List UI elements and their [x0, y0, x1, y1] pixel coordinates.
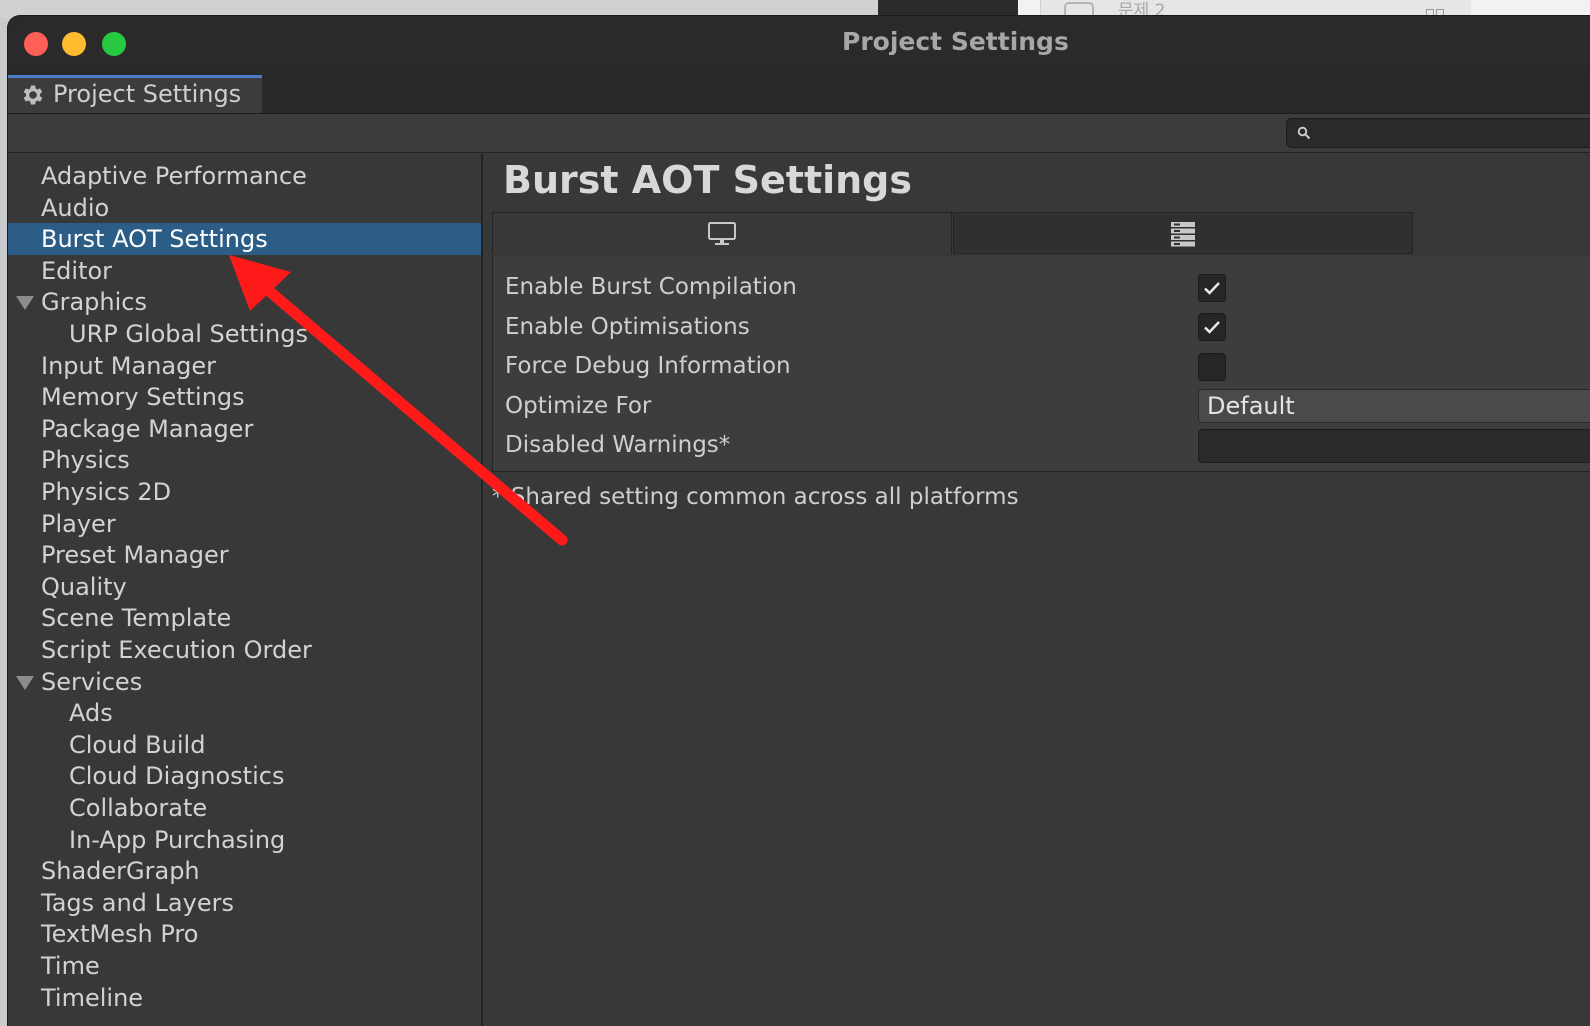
background-grid-icon — [1426, 3, 1446, 18]
sidebar-item-label: Graphics — [41, 288, 147, 317]
checkmark-icon — [1204, 282, 1220, 295]
sidebar-item-label: Cloud Build — [69, 730, 206, 759]
minimize-button[interactable] — [62, 32, 86, 56]
sidebar-item[interactable]: Input Manager — [8, 350, 481, 382]
sidebar-item[interactable]: Cloud Build — [8, 729, 481, 761]
sidebar-item[interactable]: Editor — [8, 255, 481, 287]
sidebar-item-label: Collaborate — [69, 794, 208, 822]
sidebar-item-label: URP Global Settings — [69, 320, 308, 348]
sidebar-item-label: Physics — [41, 446, 130, 475]
sidebar-item-label: TextMesh Pro — [41, 920, 199, 949]
shared-setting-footnote: * Shared setting common across all platf… — [492, 484, 1019, 510]
sidebar-item[interactable]: Quality — [8, 571, 481, 603]
enable-optimisations-checkbox[interactable] — [1198, 313, 1226, 341]
sidebar-item[interactable]: Player — [8, 508, 481, 540]
sidebar-item-label: Services — [41, 667, 143, 696]
platform-tabs — [492, 212, 1416, 256]
sidebar-item[interactable]: URP Global Settings — [8, 318, 481, 350]
tab-dedicated-server[interactable] — [953, 212, 1413, 254]
toolbar — [8, 114, 1590, 153]
sidebar-item[interactable]: Package Manager — [8, 413, 481, 445]
sidebar-item-label: Editor — [41, 256, 113, 285]
tab-bar: Project Settings — [8, 71, 1590, 114]
sidebar-item[interactable]: In-App Purchasing — [8, 824, 481, 856]
tab-label: Project Settings — [53, 80, 242, 108]
sidebar-item-label: Memory Settings — [41, 383, 245, 412]
sidebar-item[interactable]: Burst AOT Settings — [8, 223, 481, 256]
sidebar-item-label: Package Manager — [41, 414, 254, 443]
sidebar-item[interactable]: Preset Manager — [8, 539, 481, 571]
sidebar-item[interactable]: Cloud Diagnostics — [8, 760, 481, 792]
project-settings-window: Project Settings Project Settings Adapti… — [8, 16, 1590, 1026]
sidebar-item-label: Preset Manager — [41, 541, 229, 570]
checkmark-icon — [1204, 321, 1220, 334]
sidebar-item[interactable]: Collaborate — [8, 792, 481, 824]
force-debug-information-checkbox[interactable] — [1198, 353, 1226, 381]
tab-project-settings[interactable]: Project Settings — [8, 75, 262, 113]
window-title: Project Settings — [842, 27, 1069, 56]
sidebar-item[interactable]: Scene Template — [8, 602, 481, 634]
sidebar-item-label: Scene Template — [41, 604, 232, 633]
sidebar-item[interactable]: Memory Settings — [8, 381, 481, 413]
sidebar-item-label: ShaderGraph — [41, 857, 200, 886]
force-debug-information-label: Force Debug Information — [505, 353, 791, 379]
sidebar-item-label: Quality — [41, 572, 127, 601]
sidebar-item[interactable]: Adaptive Performance — [8, 160, 481, 192]
page-title: Burst AOT Settings — [503, 158, 913, 202]
optimize-for-dropdown[interactable]: Default — [1198, 389, 1590, 423]
sidebar-item[interactable]: Ads — [8, 697, 481, 729]
sidebar-item-label: Tags and Layers — [41, 888, 234, 917]
sidebar-item-label: Cloud Diagnostics — [69, 762, 285, 791]
disabled-warnings-field[interactable] — [1198, 429, 1590, 463]
sidebar-item[interactable]: Audio — [8, 192, 481, 224]
settings-sidebar: Adaptive Performance Audio Burst AOT Setti… — [8, 154, 483, 1026]
sidebar-item-label: Player — [41, 509, 116, 538]
sidebar-item[interactable]: Timeline — [8, 982, 481, 1014]
sidebar-item[interactable]: Time — [8, 950, 481, 982]
expand-arrow-icon[interactable] — [16, 296, 34, 311]
desktop-icon — [708, 222, 736, 245]
optimize-for-label: Optimize For — [505, 393, 652, 419]
settings-content: Burst AOT Settings Enable Burst Compilat… — [483, 154, 1590, 1026]
sidebar-item-label: Script Execution Order — [41, 636, 312, 664]
title-bar: Project Settings — [8, 16, 1590, 71]
expand-arrow-icon[interactable] — [16, 675, 34, 690]
sidebar-item[interactable]: Tags and Layers — [8, 887, 481, 919]
sidebar-item-label: Input Manager — [41, 351, 216, 380]
sidebar-item-label: Physics 2D — [41, 478, 172, 506]
tab-desktop[interactable] — [492, 212, 952, 254]
search-input[interactable] — [1286, 118, 1590, 148]
disabled-warnings-label: Disabled Warnings* — [505, 432, 731, 458]
sidebar-item-label: Ads — [69, 699, 113, 728]
sidebar-item-label: Timeline — [41, 983, 144, 1012]
close-button[interactable] — [24, 32, 48, 56]
sidebar-item-label: In-App Purchasing — [69, 825, 286, 854]
dedicated-server-icon — [1171, 222, 1195, 247]
sidebar-item-label: Adaptive Performance — [41, 162, 307, 190]
gear-icon — [23, 85, 43, 105]
sidebar-item[interactable]: TextMesh Pro — [8, 918, 481, 950]
background-window-panel — [1040, 0, 1471, 16]
sidebar-item[interactable]: Script Execution Order — [8, 634, 481, 666]
sidebar-item-label: Burst AOT Settings — [41, 225, 268, 254]
search-icon — [1297, 126, 1311, 140]
zoom-button[interactable] — [102, 32, 126, 56]
enable-burst-compilation-checkbox[interactable] — [1198, 274, 1226, 302]
enable-optimisations-label: Enable Optimisations — [505, 314, 750, 340]
sidebar-item[interactable]: Physics 2D — [8, 476, 481, 508]
sidebar-item[interactable]: ShaderGraph — [8, 855, 481, 887]
sidebar-item-label: Time — [41, 952, 100, 980]
enable-burst-compilation-label: Enable Burst Compilation — [505, 274, 797, 300]
sidebar-item[interactable]: Services — [8, 666, 481, 698]
sidebar-item[interactable]: Graphics — [8, 286, 481, 318]
sidebar-item[interactable]: Physics — [8, 444, 481, 476]
sidebar-item-label: Audio — [41, 193, 110, 222]
burst-settings-panel: Enable Burst Compilation Enable Optimisa… — [492, 256, 1590, 472]
